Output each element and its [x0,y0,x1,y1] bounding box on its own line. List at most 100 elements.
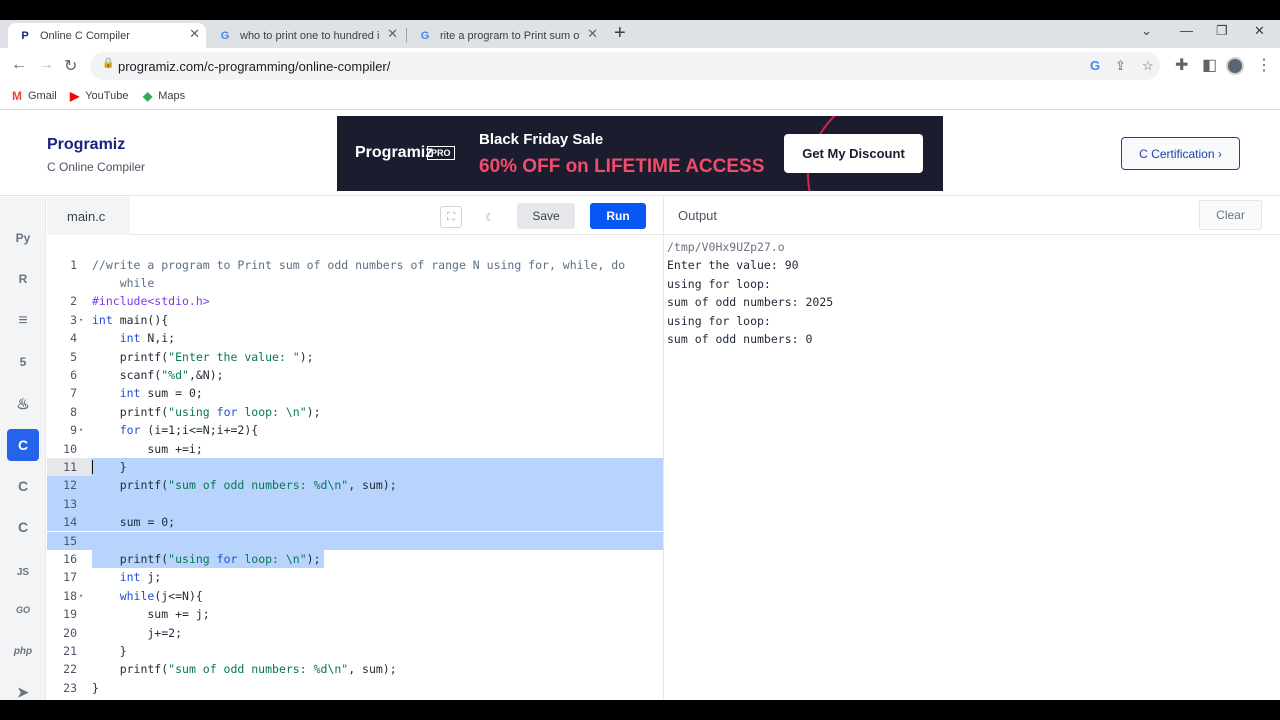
output-title: Output [678,208,718,223]
close-tab-icon[interactable]: ✕ [387,26,398,42]
sidebar-item-sql[interactable]: ≡ [7,305,39,337]
code-line[interactable]: 5 printf("Enter the value: "); [47,348,663,366]
sidebar-item-java[interactable]: ♨ [7,388,39,420]
output-line: sum of odd numbers: 2025 [667,295,834,310]
code-line[interactable]: 12 printf("sum of odd numbers: %d\n", su… [47,476,663,495]
code-editor[interactable]: 1 //write a program to Print sum of odd n… [47,235,663,700]
sidebar-item-cpp[interactable]: C [7,470,39,502]
address-bar[interactable]: 🔒 programiz.com/c-programming/online-com… [90,52,1160,80]
get-discount-button[interactable]: Get My Discount [784,134,923,173]
gmail-icon: M [12,89,22,103]
js-icon: JS [16,566,30,578]
line-number: 21 [63,643,77,658]
line-number: 14 [63,515,77,530]
run-button[interactable]: Run [590,203,646,229]
line-number: 5 [70,349,77,364]
fold-arrow-icon[interactable]: ▾ [79,421,83,439]
fold-arrow-icon[interactable]: ▾ [79,311,83,329]
bookmark-maps[interactable]: ◆ Maps [143,89,185,103]
side-panel-icon[interactable]: ◧ [1202,55,1217,75]
dark-mode-icon[interactable]: ☾ [479,206,501,228]
code-line[interactable]: 8 printf("using for loop: \n"); [47,403,663,421]
lock-icon[interactable]: 🔒 [102,58,114,69]
fullscreen-icon[interactable]: ⛶ [440,206,462,228]
sidebar-item-php[interactable]: php [7,635,39,667]
new-tab-icon[interactable]: + [614,22,626,45]
share-icon[interactable]: ⇪ [1115,58,1126,74]
code-line[interactable]: 19 sum += j; [47,605,663,623]
php-icon: php [13,645,33,657]
google-lens-icon[interactable]: G [1090,58,1100,73]
line-number: 2 [70,294,77,309]
promo-banner[interactable]: Programiz PRO Black Friday Sale 60% OFF … [337,116,943,191]
code-text: } [92,643,127,658]
language-sidebar: Py R ≡ 5 ♨ C C C JS GO php ➤ [0,197,46,700]
sidebar-item-js[interactable]: JS [7,556,39,588]
code-line[interactable]: 13 [47,494,663,514]
sidebar-item-html[interactable]: 5 [7,346,39,378]
c-certification-button[interactable]: C Certification › [1121,137,1240,170]
go-icon: GO [15,605,30,615]
sidebar-item-r[interactable]: R [7,263,39,295]
minimize-icon[interactable]: — [1180,23,1193,38]
line-number: 9 [70,423,77,438]
code-line[interactable]: 15 [47,531,663,550]
code-line[interactable]: 17 int j; [47,568,663,586]
menu-icon[interactable]: ⋮ [1256,55,1272,75]
reload-icon[interactable]: ↻ [64,56,77,76]
bookmark-gmail[interactable]: M Gmail [12,89,57,103]
code-text: sum += j; [92,607,210,622]
close-tab-icon[interactable]: ✕ [587,26,598,42]
sidebar-item-swift[interactable]: ➤ [7,676,39,708]
sidebar-item-python[interactable]: Py [7,222,39,254]
python-icon: Py [15,231,31,245]
code-line[interactable]: 6 scanf("%d",&N); [47,366,663,384]
forward-icon[interactable]: → [38,56,54,74]
tab-google-search-2[interactable]: G rite a program to Print sum of o ✕ [408,23,604,48]
close-window-icon[interactable]: ✕ [1254,23,1265,39]
code-line[interactable]: 22 printf("sum of odd numbers: %d\n", su… [47,660,663,678]
code-text: int main(){ [92,312,169,327]
code-line[interactable]: 10 sum +=i; [47,440,663,458]
code-line[interactable]: while [47,274,663,292]
back-icon[interactable]: ← [11,56,27,74]
code-line[interactable]: 14 sum = 0; [47,513,663,532]
swift-icon: ➤ [17,683,29,700]
bookmark-youtube[interactable]: ▶ YouTube [70,89,128,103]
code-line[interactable]: 1 //write a program to Print sum of odd n… [47,256,663,274]
file-tab-main-c[interactable]: main.c [47,197,130,235]
tab-search-icon[interactable]: ⌄ [1141,23,1152,39]
code-line[interactable]: 20 j+=2; [47,624,663,642]
code-line[interactable]: 11 } [47,457,663,477]
output-console[interactable]: /tmp/V0Hx9UZp27.o Enter the value: 90 usin… [664,235,1280,700]
code-line[interactable]: 3 ▾ int main(){ [47,311,663,329]
close-tab-icon[interactable]: ✕ [189,26,200,42]
line-number: 19 [63,607,77,622]
save-button[interactable]: Save [517,203,575,229]
clear-button[interactable]: Clear [1199,200,1262,230]
programiz-icon: P [21,29,29,42]
tab-google-search-1[interactable]: G who to print one to hundred in ✕ [208,23,404,48]
code-line[interactable]: 18 ▾ while(j<=N){ [47,587,663,605]
tab-online-c-compiler[interactable]: P Online C Compiler ✕ [8,23,206,48]
sidebar-item-go[interactable]: GO [7,594,39,626]
sidebar-item-csharp[interactable]: C [7,511,39,543]
bookmark-star-icon[interactable]: ☆ [1142,58,1154,74]
sidebar-item-c[interactable]: C [7,429,39,461]
code-line[interactable]: 4 int N,i; [47,329,663,347]
code-line[interactable]: 2 #include<stdio.h> [47,292,663,310]
line-number: 1 [70,257,77,272]
code-line[interactable]: 7 int sum = 0; [47,384,663,402]
code-line[interactable]: 16 printf("using for loop: \n"); [47,549,663,569]
extensions-icon[interactable]: ✚ [1175,55,1188,75]
avatar[interactable] [1226,57,1244,75]
maximize-icon[interactable]: ❐ [1216,23,1228,39]
code-line[interactable]: 23} [47,679,663,697]
url-text[interactable]: programiz.com/c-programming/online-compi… [118,59,390,74]
programiz-logo[interactable]: Programiz [47,136,125,154]
tab-bar: P Online C Compiler ✕ G who to print one… [0,20,1280,48]
fold-arrow-icon[interactable]: ▾ [79,587,83,605]
code-line[interactable]: 21 } [47,642,663,660]
code-line[interactable]: 9 ▾ for (i=1;i<=N;i+=2){ [47,421,663,439]
code-text: int N,i; [119,331,176,346]
